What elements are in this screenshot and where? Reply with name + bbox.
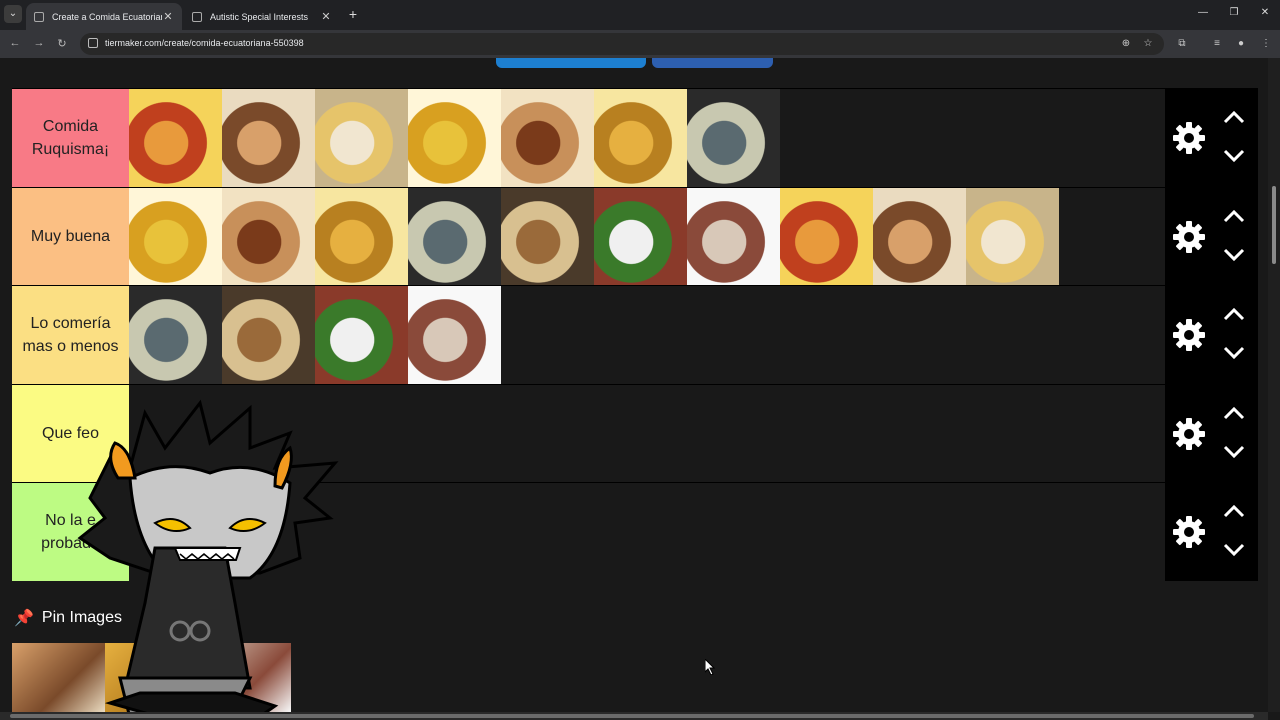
food-image[interactable] bbox=[501, 89, 594, 187]
tab-tiermaker[interactable]: Create a Comida Ecuatoriana Ti ✕ bbox=[26, 3, 182, 30]
scroll-thumb[interactable] bbox=[1272, 186, 1276, 264]
chevron-up-icon[interactable] bbox=[1222, 208, 1246, 224]
tier-controls bbox=[1165, 89, 1258, 187]
food-image[interactable] bbox=[873, 187, 966, 286]
close-tab-icon[interactable]: ✕ bbox=[320, 10, 332, 23]
food-image[interactable] bbox=[780, 187, 873, 286]
chevron-down-icon[interactable] bbox=[1222, 247, 1246, 263]
reload-icon[interactable]: ↻ bbox=[55, 37, 69, 50]
pushpin-icon: 📌 bbox=[14, 610, 34, 627]
forward-icon[interactable]: → bbox=[32, 37, 46, 49]
tier-items bbox=[129, 187, 1059, 286]
mouse-cursor-icon bbox=[705, 659, 715, 675]
food-image[interactable] bbox=[594, 89, 687, 187]
gear-icon[interactable] bbox=[1171, 317, 1207, 353]
save-button[interactable] bbox=[652, 58, 773, 68]
food-image[interactable] bbox=[408, 286, 501, 384]
tier-controls bbox=[1165, 483, 1258, 581]
vertical-scrollbar[interactable] bbox=[1268, 58, 1280, 712]
food-image[interactable] bbox=[501, 187, 594, 286]
browser-tab-strip: ⌄ Create a Comida Ecuatoriana Ti ✕ Autis… bbox=[0, 0, 1280, 30]
food-image[interactable] bbox=[315, 187, 408, 286]
tier-items bbox=[129, 89, 780, 187]
tier-row: Lo comería mas o menos bbox=[12, 285, 1258, 384]
browser-menu-icon[interactable]: ⋮ bbox=[1259, 38, 1273, 49]
food-image[interactable] bbox=[966, 187, 1059, 286]
extensions-icon[interactable]: ⧉ bbox=[1175, 38, 1189, 49]
profile-avatar-icon[interactable]: ● bbox=[1234, 38, 1248, 49]
media-controls-icon[interactable]: ≡ bbox=[1210, 38, 1224, 49]
tier-row: Comida Ruquisma¡ bbox=[12, 88, 1258, 187]
food-image[interactable] bbox=[315, 286, 408, 384]
tier-label[interactable]: Lo comería mas o menos bbox=[12, 286, 129, 384]
food-image[interactable] bbox=[408, 89, 501, 187]
close-tab-icon[interactable]: ✕ bbox=[162, 10, 174, 23]
food-image[interactable] bbox=[687, 187, 780, 286]
chevron-down-icon[interactable] bbox=[1222, 444, 1246, 460]
food-image[interactable] bbox=[222, 286, 315, 384]
gear-icon[interactable] bbox=[1171, 514, 1207, 550]
food-image[interactable] bbox=[594, 187, 687, 286]
scroll-thumb[interactable] bbox=[10, 714, 1254, 718]
bookmark-star-icon[interactable]: ☆ bbox=[1141, 38, 1155, 49]
tiermaker-page: Comida Ruquisma¡ Muy buena Lo comería mas … bbox=[0, 58, 1268, 712]
tab-title: Create a Comida Ecuatoriana Ti bbox=[52, 11, 162, 22]
close-window-icon[interactable]: ✕ bbox=[1258, 7, 1272, 18]
chevron-down-icon[interactable] bbox=[1222, 542, 1246, 558]
food-image[interactable] bbox=[129, 89, 222, 187]
gear-icon[interactable] bbox=[1171, 416, 1207, 452]
chevron-up-icon[interactable] bbox=[1222, 503, 1246, 519]
tab-search-button[interactable]: ⌄ bbox=[4, 5, 22, 23]
chevron-up-icon[interactable] bbox=[1222, 405, 1246, 421]
tier-items bbox=[129, 286, 501, 384]
tier-controls bbox=[1165, 187, 1258, 286]
restore-icon[interactable]: ❐ bbox=[1227, 7, 1241, 18]
chevron-down-icon[interactable] bbox=[1222, 345, 1246, 361]
new-tab-button[interactable]: + bbox=[346, 6, 360, 22]
tiermaker-favicon-icon bbox=[34, 11, 44, 22]
back-icon[interactable]: ← bbox=[8, 37, 22, 49]
tab-title: Autistic Special Interests bbox=[210, 11, 309, 22]
tier-label[interactable]: Muy buena bbox=[12, 187, 129, 286]
tab-special-interests[interactable]: Autistic Special Interests ✕ bbox=[184, 3, 340, 30]
tier-controls bbox=[1165, 286, 1258, 384]
tier-row: Muy buena bbox=[12, 186, 1258, 286]
chevron-down-icon[interactable] bbox=[1222, 148, 1246, 164]
browser-toolbar: ← → ↻ tiermaker.com/create/comida-ecuato… bbox=[0, 30, 1280, 58]
chevron-up-icon[interactable] bbox=[1222, 109, 1246, 125]
tier-label[interactable]: Comida Ruquisma¡ bbox=[12, 89, 129, 187]
zoom-icon[interactable]: ⊕ bbox=[1119, 38, 1133, 49]
tiermaker-favicon-icon bbox=[192, 11, 202, 22]
minimize-icon[interactable]: — bbox=[1196, 7, 1210, 18]
share-button[interactable] bbox=[496, 58, 646, 68]
horizontal-scrollbar[interactable] bbox=[0, 712, 1268, 720]
chevron-up-icon[interactable] bbox=[1222, 306, 1246, 322]
food-image[interactable] bbox=[222, 187, 315, 286]
karkat-sprite-image bbox=[77, 399, 339, 712]
food-image[interactable] bbox=[129, 286, 222, 384]
food-image[interactable] bbox=[408, 187, 501, 286]
site-info-icon[interactable] bbox=[88, 38, 98, 48]
food-image[interactable] bbox=[315, 89, 408, 187]
tier-controls bbox=[1165, 384, 1258, 483]
address-bar[interactable]: tiermaker.com/create/comida-ecuatoriana-… bbox=[80, 33, 1164, 55]
food-image[interactable] bbox=[222, 89, 315, 187]
food-image[interactable] bbox=[687, 89, 780, 187]
food-image[interactable] bbox=[129, 187, 222, 286]
url-text[interactable]: tiermaker.com/create/comida-ecuatoriana-… bbox=[105, 38, 304, 48]
gear-icon[interactable] bbox=[1171, 219, 1207, 255]
gear-icon[interactable] bbox=[1171, 120, 1207, 156]
